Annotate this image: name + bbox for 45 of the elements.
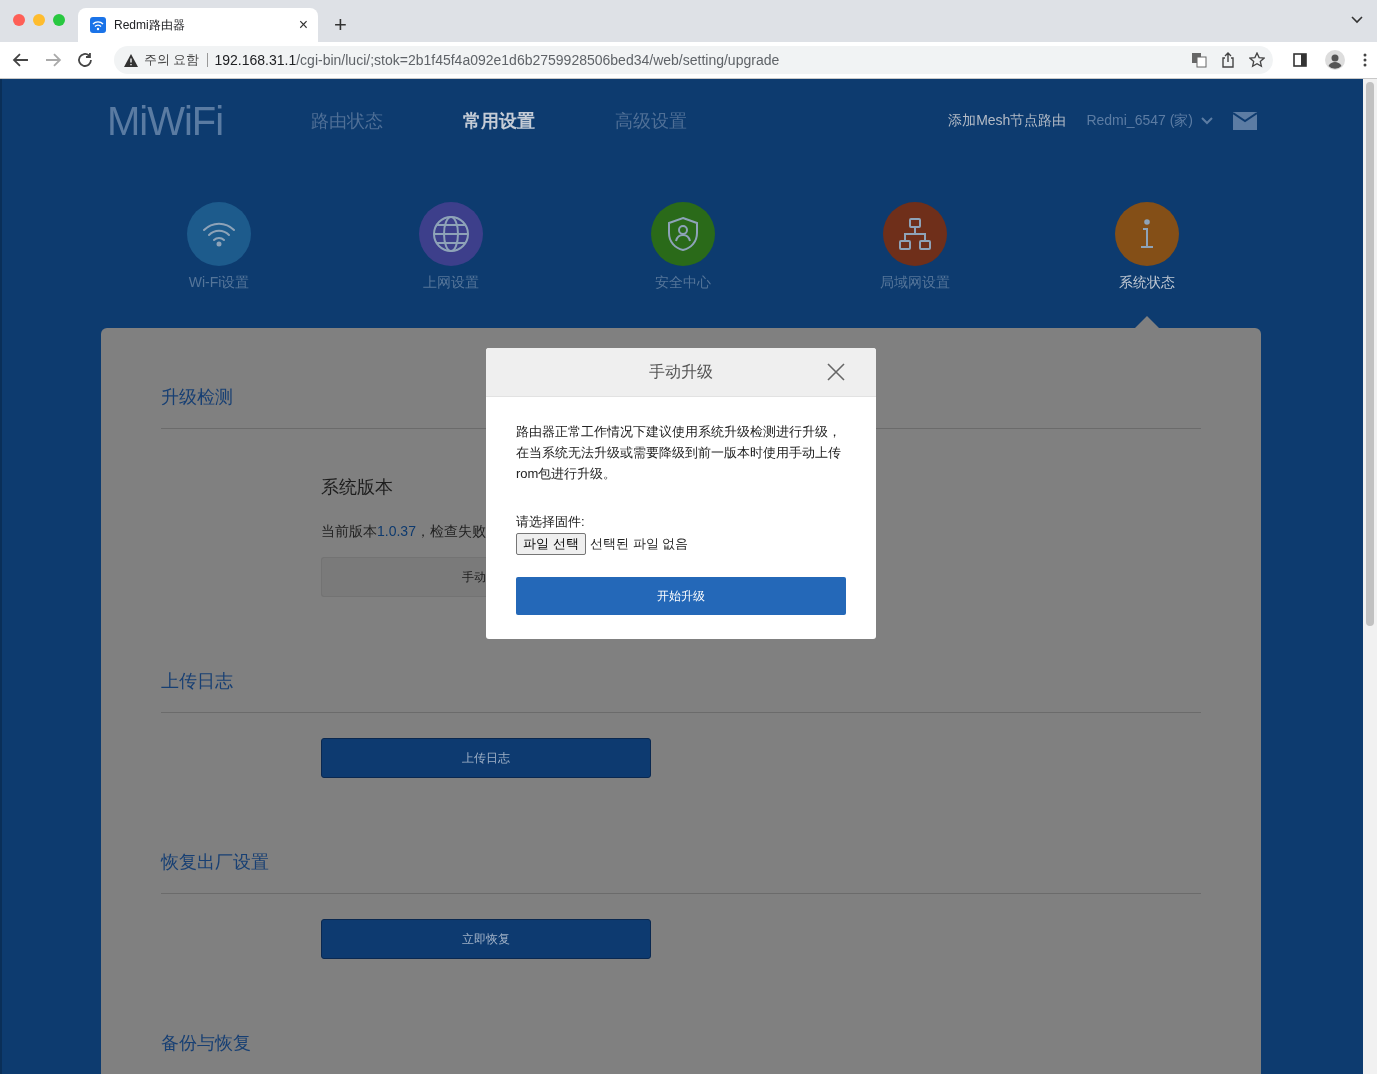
version-status: 当前版本1.0.37，检查失败 <box>321 522 486 541</box>
section-title: 升级检测 <box>161 386 234 409</box>
section-title: 上传日志 <box>161 670 234 693</box>
mail-icon[interactable] <box>1233 112 1257 130</box>
scrollbar[interactable] <box>1363 79 1377 1074</box>
network-icon <box>898 217 932 251</box>
close-icon[interactable] <box>826 362 846 382</box>
action-button[interactable]: 上传日志 <box>321 738 651 778</box>
warning-icon <box>123 53 138 67</box>
manual-upgrade-button[interactable]: 手动 <box>321 557 486 597</box>
section-subtitle: 系统版本 <box>321 476 393 499</box>
side-panel-icon[interactable] <box>1293 53 1307 67</box>
security-label: 주의 요함 <box>143 53 209 67</box>
choose-file-button[interactable]: 파일 선택 <box>516 533 587 555</box>
firmware-label: 请选择固件: <box>516 513 586 531</box>
url-text: 192.168.31.1/cgi-bin/luci/;stok=2b1f45f4a092e1d6b2759928506bed34/web/setting/upgrade <box>214 52 781 68</box>
address-bar[interactable]: 주의 요함 192.168.31.1/cgi-bin/luci/;stok=2b1f45f4a092e1d6b2759928506bed34/web/setting/upgrade <box>113 46 1273 74</box>
file-status: 선택된 파일 없음 <box>590 535 689 553</box>
chevron-down-icon <box>1201 117 1213 125</box>
dialog-title: 手动升级 <box>649 361 713 382</box>
star-icon[interactable] <box>1249 52 1265 68</box>
reload-icon[interactable] <box>75 51 94 69</box>
start-upgrade-button[interactable]: 开始升级 <box>516 577 846 615</box>
dialog-message: 路由器正常工作情况下建议使用系统升级检测进行升级，在当系统无法升级或需要降级到前一版本时使用手动上传rom包进行升级。 <box>516 423 842 483</box>
browser-tab[interactable]: Redmi路由器 × <box>78 8 318 42</box>
translate-icon[interactable] <box>1191 52 1207 68</box>
shield-user-icon <box>667 216 699 252</box>
back-icon[interactable] <box>12 51 30 69</box>
profile-icon[interactable] <box>1325 50 1345 70</box>
section-title: 恢复出厂设置 <box>161 851 270 874</box>
nav-tab[interactable]: 常用设置 <box>463 109 535 133</box>
info-icon <box>1139 219 1155 249</box>
action-button[interactable]: 立即恢复 <box>321 919 651 959</box>
mesh-link[interactable]: 添加Mesh节点路由 <box>948 112 1067 130</box>
wifi-favicon-icon <box>90 17 106 33</box>
more-icon[interactable] <box>1363 53 1367 67</box>
globe-icon <box>432 215 470 253</box>
section-title: 备份与恢复 <box>161 1032 252 1055</box>
tab-close-button[interactable]: × <box>298 16 308 34</box>
chevron-down-icon[interactable] <box>1351 16 1363 24</box>
tab-title: Redmi路由器 <box>114 16 186 34</box>
share-icon[interactable] <box>1221 52 1235 68</box>
category-label[interactable]: 系统状态 <box>1119 274 1175 292</box>
new-tab-button[interactable]: + <box>334 12 347 38</box>
wifi-icon <box>202 221 236 247</box>
